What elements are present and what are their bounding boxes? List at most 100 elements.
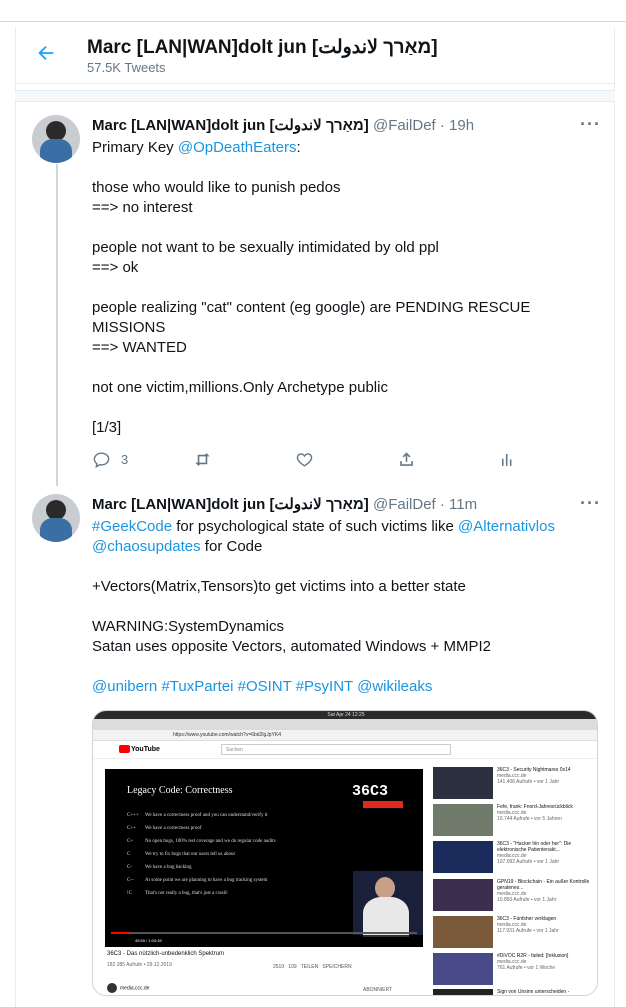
video-thumbnail <box>433 841 493 873</box>
suggested-video: 36C3 - Fünfsher verklagen media.ccc.de 117… <box>433 916 593 950</box>
slide-row: C++ We have a correctness proof <box>127 826 202 831</box>
tweet-text-line: Satan uses opposite Vectors, automated W… <box>92 638 491 655</box>
desktop-clock: Sat Apr 24 12:25 <box>93 711 597 719</box>
video-progress-bar <box>111 932 417 934</box>
tweet-text-line: [1/3] <box>92 419 122 436</box>
mention-link[interactable]: @chaosupdates <box>92 538 201 555</box>
logo-banner <box>363 801 403 808</box>
tweet-media-image[interactable]: Sat Apr 24 12:25 https://www.youtube.com… <box>92 710 598 996</box>
youtube-header: YouTube Suchen <box>93 741 597 759</box>
suggested-video: #DiVOC R2R - failed: [Inklusion] media.cc… <box>433 953 593 987</box>
tweet-text-line: not one victim,millions.Only Archetype p… <box>92 379 388 396</box>
more-options-icon[interactable]: ··· <box>580 114 601 135</box>
video-title: 36C3 - Das nützlich-unbedenklich Spektru… <box>107 951 225 957</box>
browser-top-edge <box>0 0 626 22</box>
speaker-inset <box>353 871 423 937</box>
tweet-text-line: people not want to be sexually intimidat… <box>92 239 439 256</box>
avatar[interactable] <box>32 115 80 163</box>
profile-name: Marc [LAN|WAN]dolt jun [מאַרך لاندولت] <box>87 37 438 58</box>
tweet-time[interactable]: · 11m <box>440 496 477 513</box>
tweet-text-line: WARNING:SystemDynamics <box>92 618 284 635</box>
tweet-text-line: #GeekCode for psychological state of suc… <box>92 518 555 535</box>
slide-row: C-- At some point we are planning to have… <box>127 878 268 883</box>
thread-line <box>56 164 58 486</box>
hashtag-link[interactable]: #PsyINT <box>296 678 353 695</box>
mention-link[interactable]: @Alternativlos <box>458 518 555 535</box>
hashtag-link[interactable]: #OSINT <box>238 678 292 695</box>
mention-link[interactable]: @OpDeathEaters <box>178 139 297 156</box>
author-handle[interactable]: @FailDef <box>373 117 436 134</box>
tweet-text-line: @chaosupdates for Code <box>92 538 263 555</box>
like-button[interactable] <box>295 450 314 474</box>
tweet-text-line: +Vectors(Matrix,Tensors)to get victims i… <box>92 578 466 595</box>
video-thumbnail <box>433 989 493 995</box>
hashtag-link[interactable]: #TuxPartei <box>161 678 233 695</box>
mention-link[interactable]: @wikileaks <box>357 678 432 695</box>
heart-icon <box>296 453 313 467</box>
avatar[interactable] <box>32 494 80 542</box>
tweet-text-line: ==> ok <box>92 259 139 276</box>
tweet-text-line: @unibern #TuxPartei #OSINT #PsyINT @wiki… <box>92 677 432 697</box>
tweet-text-line: Primary Key @OpDeathEaters: <box>92 139 301 156</box>
suggested-video: 36C3 - Security Nightmares 0x14 media.ccc… <box>433 767 593 801</box>
tweet-time[interactable]: · 19h <box>440 117 474 134</box>
author-name[interactable]: Marc [LAN|WAN]dolt jun [מאַרך لاندولت] <box>92 117 369 134</box>
dislike-count: 109 <box>288 964 297 970</box>
video-thumbnail <box>433 916 493 948</box>
slide-row: C We try to fix bugs that our users tell … <box>127 852 235 857</box>
slide-row: C+ No open bugs, 100% test coverage and w… <box>127 839 276 844</box>
video-actions: 2510 109 TEILEN SPEICHERN <box>273 964 352 970</box>
tweet-actions: 3 <box>92 450 522 474</box>
slide-row: C- We have a bug backlog <box>127 865 192 870</box>
video-thumbnail <box>433 767 493 799</box>
author-name[interactable]: Marc [LAN|WAN]dolt jun [מאַרך لاندولت] <box>92 496 369 513</box>
tweet-text-line: MISSIONS <box>92 319 166 336</box>
tweet-header: Marc [LAN|WAN]dolt jun [מאַרך لاندولت] @… <box>92 116 474 134</box>
video-thumbnail <box>433 879 493 911</box>
slide-row: C+++ We have a correctness proof and you … <box>127 813 268 818</box>
video-thumbnail <box>433 953 493 985</box>
mention-link[interactable]: @unibern <box>92 678 157 695</box>
video-thumbnail <box>433 804 493 836</box>
section-divider <box>15 90 615 102</box>
reply-button[interactable]: 3 <box>92 450 128 474</box>
share-icon <box>400 452 413 466</box>
tweet-text-line: those who would like to punish pedos <box>92 179 341 196</box>
suggested-video: GPN19 - Blockchain - Ein außer Kontrolle… <box>433 879 593 913</box>
tweet-text-line: ==> WANTED <box>92 339 187 356</box>
subscribe-state: ABONNIERT <box>363 987 393 993</box>
retweet-icon <box>195 453 210 466</box>
more-options-icon[interactable]: ··· <box>580 493 601 514</box>
congress-logo: 36C3 <box>352 783 389 800</box>
back-arrow-icon[interactable] <box>35 42 59 66</box>
like-count: 2510 <box>273 964 285 970</box>
youtube-search-box: Suchen <box>221 744 451 755</box>
reply-count: 3 <box>121 452 129 467</box>
save-label: SPEICHERN <box>322 964 352 970</box>
browser-tabs <box>93 719 597 730</box>
share-button[interactable] <box>397 450 416 474</box>
share-label: TEILEN <box>300 964 319 970</box>
tweet-header: Marc [LAN|WAN]dolt jun [מאַרך لاندولت] @… <box>92 495 477 513</box>
slide-title: Legacy Code: Correctness <box>127 785 233 796</box>
profile-header: Marc [LAN|WAN]dolt jun [מאַרך لاندولت] 5… <box>15 28 615 84</box>
analytics-icon <box>501 453 512 466</box>
video-meta: 182.385 Aufrufe • 29.12.2019 <box>107 962 172 968</box>
reply-icon <box>93 452 110 468</box>
suggested-video: 36C3 - "Hacker hin oder her": Die elektr… <box>433 841 593 875</box>
tweet-text-line: people realizing "cat" content (eg googl… <box>92 299 531 316</box>
suggested-video: Fefe, frank: Fnord-Jahresrückblick media.… <box>433 804 593 838</box>
tweet-count: 57.5K Tweets <box>87 60 166 75</box>
suggested-video: Sign von Unsinn unterscheiden - <box>433 989 593 995</box>
address-bar: https://www.youtube.com/watch?v=6bd2lgJp… <box>93 730 597 741</box>
author-handle[interactable]: @FailDef <box>373 496 436 513</box>
analytics-button[interactable] <box>498 450 517 474</box>
hashtag-link[interactable]: #GeekCode <box>92 518 172 535</box>
slide-row: !C That's not really a bug, that's just a… <box>127 891 228 896</box>
tweet-text-line: ==> no interest <box>92 199 193 216</box>
youtube-logo: YouTube <box>119 745 160 753</box>
video-player: Legacy Code: Correctness 36C3 C+++ We hav… <box>105 769 423 947</box>
retweet-button[interactable] <box>193 450 212 474</box>
video-controls: 45:59 / 1:03:39 <box>105 935 423 947</box>
channel-name: media.ccc.de <box>107 983 149 993</box>
